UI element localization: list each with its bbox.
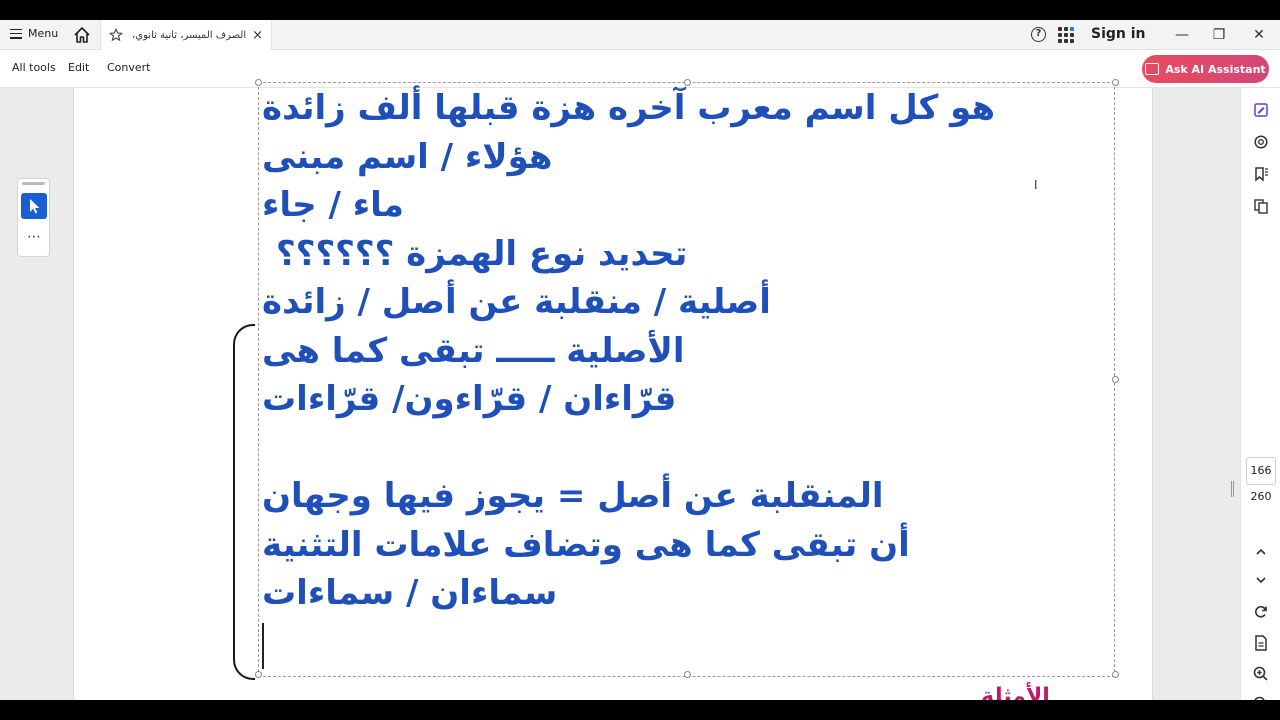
document-tab[interactable]: الصرف الميسر، ثانية ثانوي، ... × — [100, 20, 272, 50]
title-bar: Menu الصرف الميسر، ثانية ثانوي، ... × ? … — [0, 20, 1280, 50]
hamburger-icon — [10, 28, 22, 39]
right-rail: 166 260 — [1240, 88, 1280, 700]
chevron-down-icon[interactable] — [1251, 570, 1271, 590]
select-tool-button[interactable] — [21, 193, 47, 219]
current-page-input[interactable]: 166 — [1246, 457, 1276, 485]
text-line: المنقلبة عن أصل = يجوز فيها وجهان — [262, 476, 884, 516]
more-tools-button[interactable]: ⋯ — [21, 229, 47, 249]
text-line: سماءان / سماءات — [262, 573, 558, 613]
comment-icon[interactable] — [1253, 134, 1269, 150]
tab-title: الصرف الميسر، ثانية ثانوي، ... — [129, 29, 247, 41]
text-lines[interactable]: هو كل اسم معرب آخره هزة قبلها ألف زائدة … — [262, 88, 1112, 622]
panel-splitter[interactable] — [1231, 481, 1234, 497]
document-viewport[interactable]: الأمثلة ⋯ هو كل اسم معرب آخره هزة قبلها … — [0, 79, 1240, 700]
pdf-reader-window: Menu الصرف الميسر، ثانية ثانوي، ... × ? … — [0, 20, 1280, 700]
total-pages-label: 260 — [1250, 490, 1272, 503]
text-caret — [262, 623, 264, 669]
edit-button[interactable]: Edit — [68, 61, 89, 74]
select-tool-icon — [30, 199, 40, 214]
menu-button[interactable]: Menu — [10, 27, 58, 40]
text-line: ماء / جاء — [262, 185, 404, 225]
edit-pdf-icon[interactable] — [1253, 102, 1269, 118]
apps-icon[interactable] — [1058, 27, 1074, 43]
file-icon[interactable] — [1251, 633, 1271, 653]
help-icon[interactable]: ? — [1031, 27, 1046, 42]
rotate-icon[interactable] — [1251, 602, 1271, 622]
text-line: الأصلية ـــــ تبقى كما هى — [262, 330, 685, 371]
minimize-button[interactable]: — — [1171, 24, 1193, 46]
floating-tool-panel: ⋯ — [17, 178, 50, 257]
ai-assistant-label: Ask AI Assistant — [1165, 62, 1266, 76]
text-line: هؤلاء / اسم مبنى — [262, 136, 553, 177]
home-icon[interactable] — [72, 25, 92, 45]
drag-grip[interactable] — [22, 182, 45, 185]
ibeam-cursor-icon: I — [1034, 178, 1038, 192]
bookmark-icon[interactable] — [1253, 166, 1269, 182]
zoom-in-icon[interactable] — [1251, 664, 1271, 684]
text-line: أصلية / منقلبة عن أصل / زائدة — [262, 282, 771, 322]
annotation-bracket — [233, 324, 255, 680]
zoom-out-icon[interactable] — [1251, 694, 1271, 700]
all-tools-button[interactable]: All tools — [12, 61, 56, 74]
pages-icon[interactable] — [1253, 198, 1269, 214]
text-line: أن تبقى كما هى وتضاف علامات التثنية — [262, 524, 910, 565]
tab-close-icon[interactable]: × — [252, 28, 263, 43]
partial-heading: الأمثلة — [981, 684, 1050, 700]
star-icon[interactable] — [109, 28, 123, 42]
convert-button[interactable]: Convert — [107, 61, 151, 74]
text-line — [262, 428, 1112, 477]
ask-ai-assistant-button[interactable]: Ask AI Assistant — [1142, 55, 1269, 83]
menu-label: Menu — [28, 27, 59, 40]
maximize-button[interactable]: ❐ — [1208, 24, 1230, 46]
close-window-button[interactable]: ✕ — [1248, 24, 1270, 46]
text-line: تحديد نوع الهمزة ؟؟؟؟؟؟ — [276, 233, 688, 274]
text-line: هو كل اسم معرب آخره هزة قبلها ألف زائدة — [262, 88, 996, 128]
sign-in-button[interactable]: Sign in — [1091, 26, 1146, 42]
chevron-up-icon[interactable] — [1251, 542, 1271, 562]
ai-assistant-icon — [1145, 63, 1160, 75]
text-line: قرّاءان / قرّاءون/ قرّاءات — [262, 379, 677, 419]
